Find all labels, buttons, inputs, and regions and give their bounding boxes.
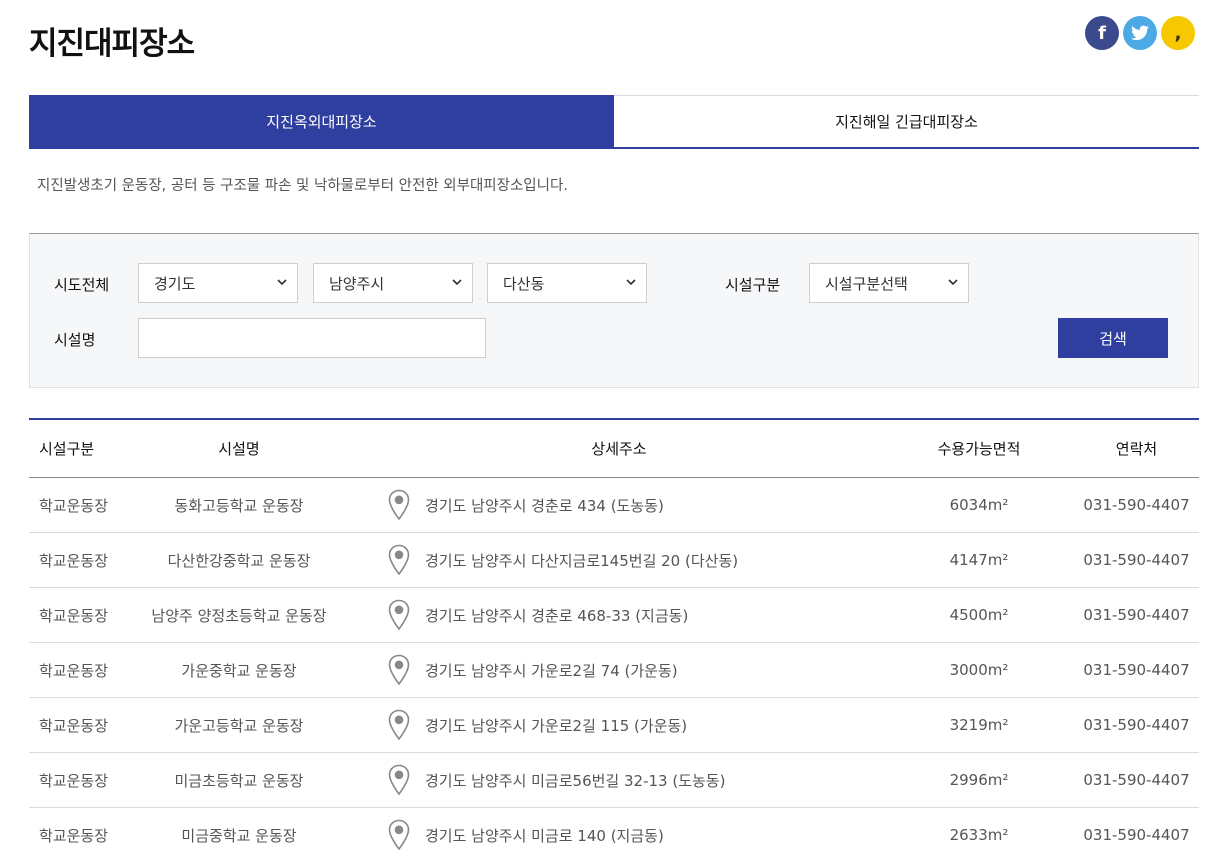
address-text: 경기도 남양주시 미금로 140 (지금동) (425, 826, 664, 845)
cell-capacity-area: 4147m² (949, 551, 1009, 569)
cell-capacity-area: 2633m² (949, 826, 1009, 844)
address-text: 경기도 남양주시 가운로2길 115 (가운동) (425, 716, 688, 735)
header-capacity-area: 수용가능면적 (937, 440, 1021, 458)
address-text: 경기도 남양주시 다산지금로145번길 20 (다산동) (425, 551, 739, 570)
chevron-down-icon (452, 279, 462, 286)
table-row[interactable]: 학교운동장 동화고등학교 운동장 경기도 남양주시 경춘로 434 (도농동) 603… (29, 478, 1199, 533)
header-facility-name: 시설명 (218, 440, 260, 458)
cell-facility-type: 학교운동장 (39, 496, 109, 515)
cell-facility-name: 미금초등학교 운동장 (174, 771, 304, 790)
table-body: 학교운동장 동화고등학교 운동장 경기도 남양주시 경춘로 434 (도농동) 603… (29, 478, 1199, 861)
cell-address: 경기도 남양주시 미금로 140 (지금동) (354, 819, 884, 851)
social-share-bar: f , (1085, 16, 1195, 50)
table-row[interactable]: 학교운동장 가운고등학교 운동장 경기도 남양주시 가운로2길 115 (가운동) 3… (29, 698, 1199, 753)
page-description: 지진발생초기 운동장, 공터 등 구조물 파손 및 낙하물로부터 안전한 외부대… (37, 178, 568, 194)
shelter-table: 시설구분 시설명 상세주소 수용가능면적 연락처 학교운동장 동화고등학교 운동장… (29, 418, 1199, 861)
cell-contact: 031-590-4407 (1083, 771, 1190, 789)
header-address: 상세주소 (591, 440, 647, 458)
shelter-type-tabs: 지진옥외대피장소 지진해일 긴급대피장소 (29, 95, 1199, 149)
district-value: 다산동 (503, 274, 545, 293)
chevron-down-icon (948, 279, 958, 286)
table-row[interactable]: 학교운동장 다산한강중학교 운동장 경기도 남양주시 다산지금로145번길 20 (… (29, 533, 1199, 588)
cell-address: 경기도 남양주시 경춘로 434 (도농동) (354, 489, 884, 521)
cell-facility-name: 미금중학교 운동장 (181, 826, 297, 845)
table-row[interactable]: 학교운동장 미금중학교 운동장 경기도 남양주시 미금로 140 (지금동) 2633… (29, 808, 1199, 861)
cell-address: 경기도 남양주시 미금로56번길 32-13 (도농동) (354, 764, 884, 796)
search-button[interactable]: 검색 (1058, 318, 1168, 358)
cell-facility-type: 학교운동장 (39, 771, 109, 790)
cell-facility-name: 남양주 양정초등학교 운동장 (151, 606, 327, 625)
cell-address: 경기도 남양주시 경춘로 468-33 (지금동) (354, 599, 884, 631)
tab-tsunami-shelter[interactable]: 지진해일 긴급대피장소 (614, 96, 1199, 147)
district-select[interactable]: 다산동 (487, 263, 647, 303)
facility-type-label: 시설구분 (725, 276, 781, 294)
header-contact: 연락처 (1115, 440, 1158, 458)
facility-type-select[interactable]: 시설구분선택 (809, 263, 969, 303)
address-text: 경기도 남양주시 미금로56번길 32-13 (도농동) (425, 771, 726, 790)
table-row[interactable]: 학교운동장 가운중학교 운동장 경기도 남양주시 가운로2길 74 (가운동) 300… (29, 643, 1199, 698)
cell-address: 경기도 남양주시 가운로2길 74 (가운동) (354, 654, 884, 686)
cell-capacity-area: 3000m² (949, 661, 1009, 679)
map-pin-icon[interactable] (387, 764, 411, 796)
cell-facility-type: 학교운동장 (39, 606, 109, 625)
address-text: 경기도 남양주시 경춘로 434 (도농동) (425, 496, 664, 515)
cell-contact: 031-590-4407 (1083, 826, 1190, 844)
cell-facility-name: 동화고등학교 운동장 (174, 496, 304, 515)
map-pin-icon[interactable] (387, 489, 411, 521)
cell-contact: 031-590-4407 (1083, 551, 1190, 569)
address-text: 경기도 남양주시 경춘로 468-33 (지금동) (425, 606, 689, 625)
facebook-icon[interactable]: f (1085, 16, 1119, 50)
kakaostory-icon[interactable]: , (1161, 16, 1195, 50)
cell-facility-name: 가운중학교 운동장 (181, 661, 297, 680)
facility-name-label: 시설명 (54, 331, 96, 349)
page-title: 지진대피장소 (29, 26, 195, 62)
tab-outdoor-shelter[interactable]: 지진옥외대피장소 (29, 95, 614, 147)
twitter-bird-icon (1131, 25, 1149, 41)
map-pin-icon[interactable] (387, 819, 411, 851)
twitter-icon[interactable] (1123, 16, 1157, 50)
cell-capacity-area: 6034m² (949, 496, 1009, 514)
chevron-down-icon (277, 279, 287, 286)
cell-contact: 031-590-4407 (1083, 716, 1190, 734)
map-pin-icon[interactable] (387, 709, 411, 741)
address-text: 경기도 남양주시 가운로2길 74 (가운동) (425, 661, 678, 680)
map-pin-icon[interactable] (387, 599, 411, 631)
cell-facility-name: 가운고등학교 운동장 (174, 716, 304, 735)
header-facility-type: 시설구분 (39, 440, 95, 458)
city-select[interactable]: 남양주시 (313, 263, 473, 303)
cell-facility-name: 다산한강중학교 운동장 (167, 551, 311, 570)
cell-facility-type: 학교운동장 (39, 716, 109, 735)
province-value: 경기도 (154, 274, 196, 293)
cell-facility-type: 학교운동장 (39, 661, 109, 680)
table-header-row: 시설구분 시설명 상세주소 수용가능면적 연락처 (29, 420, 1199, 478)
city-value: 남양주시 (329, 274, 385, 293)
table-row[interactable]: 학교운동장 미금초등학교 운동장 경기도 남양주시 미금로56번길 32-13 (도… (29, 753, 1199, 808)
cell-capacity-area: 3219m² (949, 716, 1009, 734)
cell-contact: 031-590-4407 (1083, 606, 1190, 624)
cell-address: 경기도 남양주시 가운로2길 115 (가운동) (354, 709, 884, 741)
cell-capacity-area: 2996m² (949, 771, 1009, 789)
map-pin-icon[interactable] (387, 654, 411, 686)
cell-address: 경기도 남양주시 다산지금로145번길 20 (다산동) (354, 544, 884, 576)
region-label: 시도전체 (54, 276, 110, 294)
facility-name-input[interactable] (138, 318, 486, 358)
facility-type-value: 시설구분선택 (825, 274, 908, 293)
cell-facility-type: 학교운동장 (39, 551, 109, 570)
chevron-down-icon (626, 279, 636, 286)
cell-facility-type: 학교운동장 (39, 826, 109, 845)
search-panel: 시도전체 경기도 남양주시 다산동 시설구분 시설구분선택 시설명 검색 (29, 233, 1199, 388)
cell-contact: 031-590-4407 (1083, 661, 1190, 679)
cell-capacity-area: 4500m² (949, 606, 1009, 624)
cell-contact: 031-590-4407 (1083, 496, 1190, 514)
province-select[interactable]: 경기도 (138, 263, 298, 303)
map-pin-icon[interactable] (387, 544, 411, 576)
table-row[interactable]: 학교운동장 남양주 양정초등학교 운동장 경기도 남양주시 경춘로 468-33 (… (29, 588, 1199, 643)
